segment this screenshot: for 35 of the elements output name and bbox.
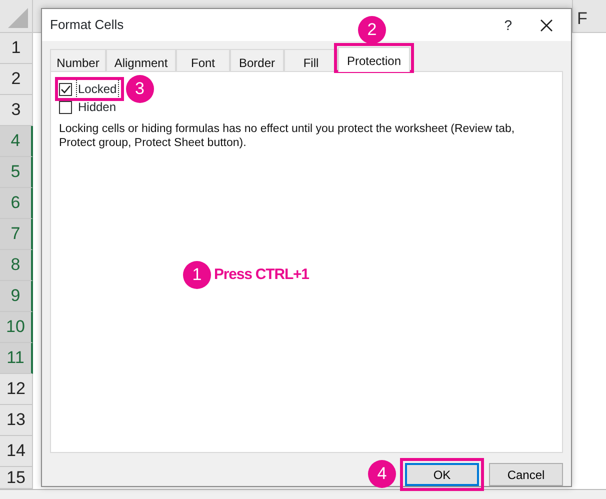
row-header[interactable]: 5	[0, 157, 33, 188]
row-header[interactable]: 14	[0, 436, 33, 467]
row-header[interactable]: 9	[0, 281, 33, 312]
protection-note: Locking cells or hiding formulas has no effect until you protect the worksheet (Review tab, Protect group, Protect Sheet button).	[59, 122, 516, 150]
callout-badge: 3	[126, 75, 154, 103]
row-header[interactable]: 2	[0, 64, 33, 95]
row-header[interactable]: 8	[0, 250, 33, 281]
row-header[interactable]: 7	[0, 219, 33, 250]
tab[interactable]: Alignment	[106, 49, 176, 71]
checkbox[interactable]	[59, 82, 72, 96]
row-header[interactable]: 10	[0, 312, 33, 343]
checkbox-label: Locked	[76, 79, 119, 99]
callout-badge: 4	[368, 460, 396, 488]
callout-badge: 1	[183, 261, 211, 289]
close-icon[interactable]	[540, 18, 553, 32]
instruction-text: Press CTRL+1	[214, 264, 309, 285]
window-title: Format Cells	[50, 16, 124, 34]
tab[interactable]: Font	[176, 49, 230, 71]
tab[interactable]: Protection	[338, 47, 410, 72]
ok-button[interactable]: OK	[405, 463, 479, 486]
row-header[interactable]: 6	[0, 188, 33, 219]
row-header[interactable]: 3	[0, 95, 33, 126]
tab[interactable]: Border	[230, 49, 284, 71]
help-button[interactable]: ?	[504, 14, 512, 36]
row-header[interactable]: 4	[0, 126, 33, 157]
row-header[interactable]: 1	[0, 33, 33, 64]
row-header[interactable]: 12	[0, 374, 33, 405]
tab[interactable]: Number	[50, 49, 106, 71]
row-header[interactable]: 13	[0, 405, 33, 436]
checkbox[interactable]	[59, 100, 72, 114]
cancel-button[interactable]: Cancel	[489, 463, 563, 486]
row-header[interactable]: 11	[0, 343, 33, 374]
row-header[interactable]: 15	[0, 467, 33, 489]
tab[interactable]: Fill	[284, 49, 338, 71]
checkbox-label: Hidden	[77, 99, 118, 116]
